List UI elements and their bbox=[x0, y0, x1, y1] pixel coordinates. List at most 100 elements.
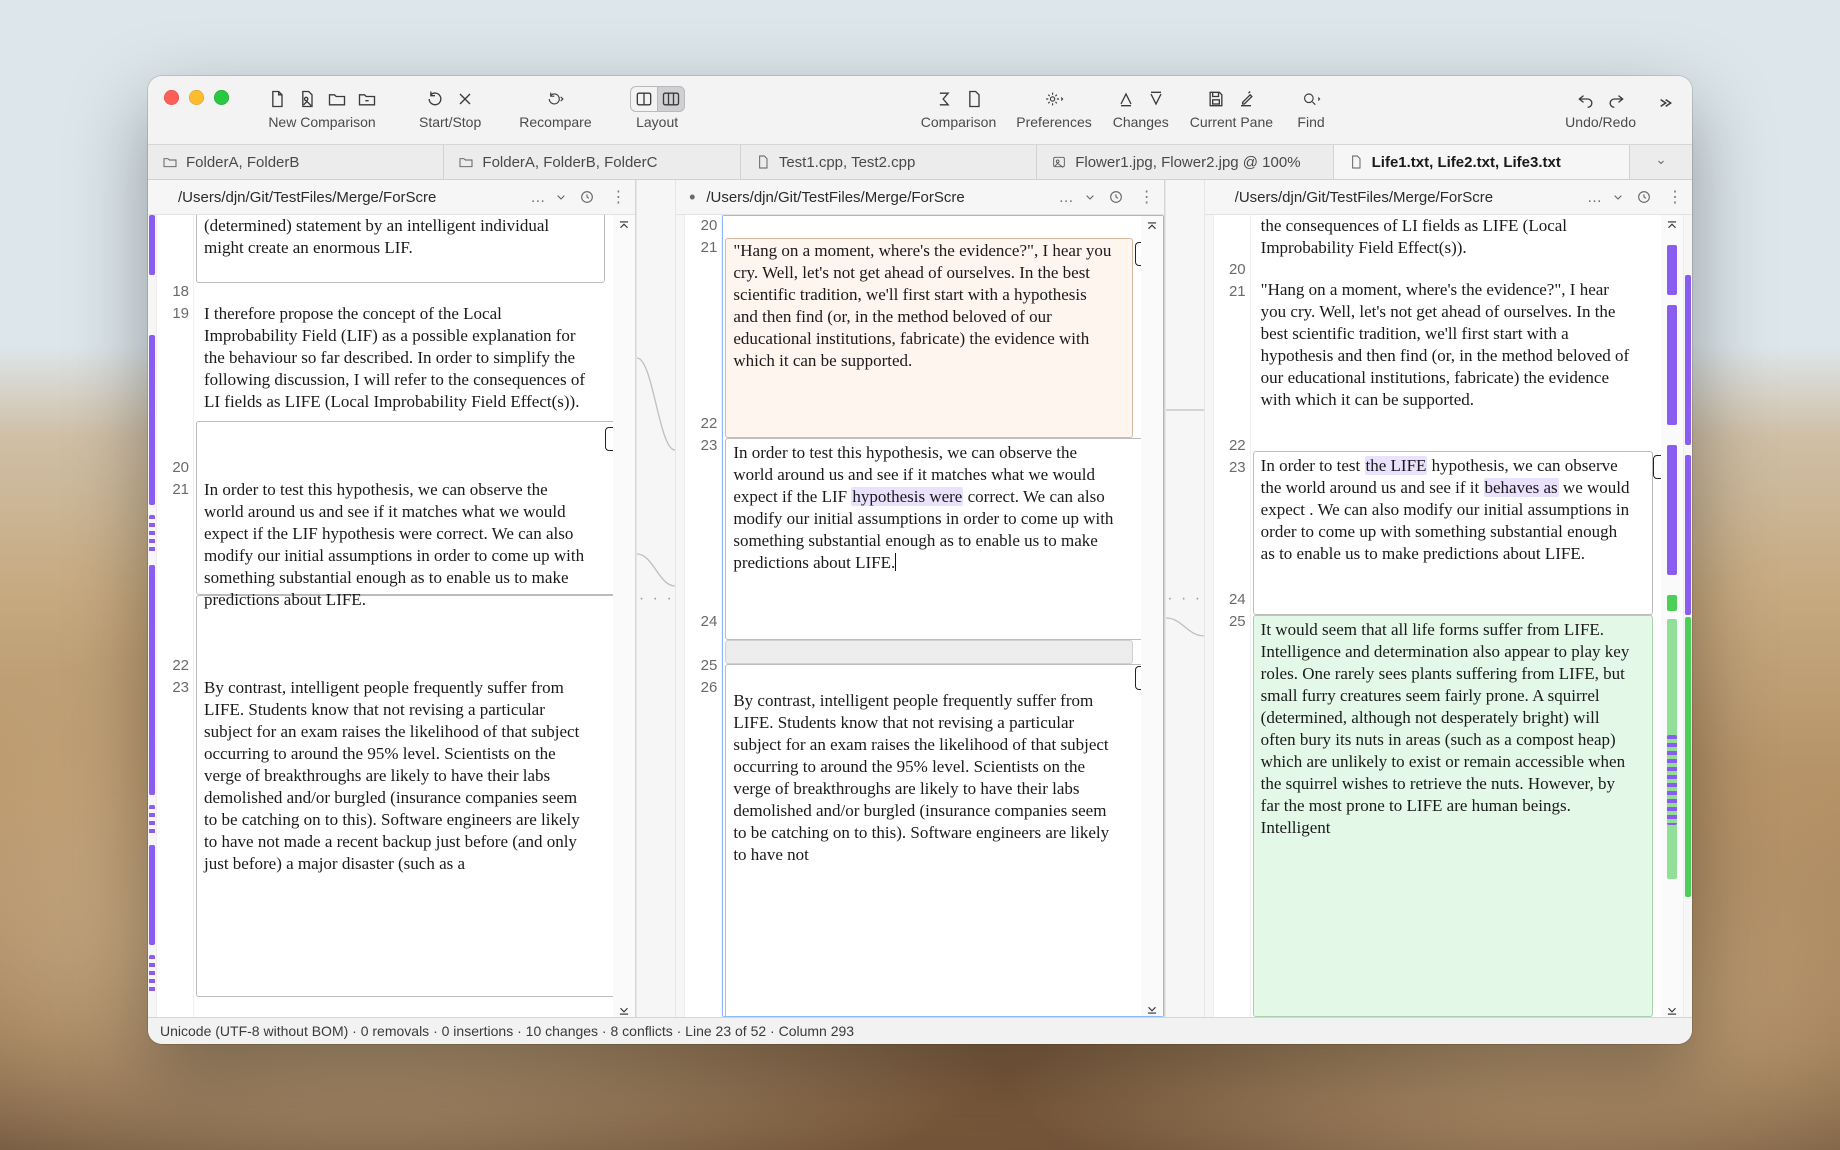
tab-label: Test1.cpp, Test2.cpp bbox=[779, 154, 915, 171]
preferences-button[interactable] bbox=[1036, 86, 1072, 112]
start-button[interactable] bbox=[421, 86, 449, 112]
line-text: the consequences of LI fields as LIFE (L… bbox=[1261, 215, 1635, 259]
zoom-window-button[interactable] bbox=[214, 90, 229, 105]
pane-options-button[interactable]: ⋮ bbox=[1136, 186, 1158, 208]
tab-foldera-folderb-folderc[interactable]: FolderA, FolderB, FolderC bbox=[444, 145, 740, 179]
pane-options-button[interactable]: ⋮ bbox=[607, 186, 629, 208]
tab-foldera-folderb[interactable]: FolderA, FolderB bbox=[148, 145, 444, 179]
file-path[interactable]: /Users/djn/Git/TestFiles/Merge/ForScre bbox=[706, 189, 1052, 206]
scroll-to-bottom-icon[interactable] bbox=[1664, 1001, 1680, 1015]
group-new-comparison-label: New Comparison bbox=[268, 114, 375, 130]
new-folder-sync-button[interactable] bbox=[353, 86, 381, 112]
line-text: By contrast, intelligent people frequent… bbox=[733, 690, 1114, 866]
group-undo-redo: Undo/Redo bbox=[1565, 86, 1636, 130]
change-marker-rail bbox=[148, 215, 157, 1017]
tab-flower1-flower2[interactable]: Flower1.jpg, Flower2.jpg @ 100% bbox=[1037, 145, 1333, 179]
stop-button[interactable] bbox=[451, 86, 479, 112]
scroll-to-top-icon[interactable] bbox=[1144, 218, 1160, 232]
change-marker-rail bbox=[1205, 215, 1214, 1017]
gutter-ellipsis[interactable]: · · · bbox=[639, 590, 674, 608]
history-button[interactable] bbox=[577, 187, 597, 207]
close-window-button[interactable] bbox=[164, 90, 179, 105]
path-truncation: … bbox=[1059, 189, 1074, 206]
tab-life1-life2-life3[interactable]: Life1.txt, Life2.txt, Life3.txt bbox=[1334, 145, 1630, 179]
group-find: Find bbox=[1293, 86, 1329, 130]
recompare-button[interactable] bbox=[537, 86, 573, 112]
pane-center: • /Users/djn/Git/TestFiles/Merge/ForScre… bbox=[676, 180, 1164, 1017]
scroll-nav-rail[interactable] bbox=[1141, 216, 1163, 1016]
history-button[interactable] bbox=[1106, 187, 1126, 207]
window-controls bbox=[164, 90, 229, 105]
next-change-button[interactable] bbox=[1142, 86, 1170, 112]
pathbar-right: /Users/djn/Git/TestFiles/Merge/ForScre …… bbox=[1205, 180, 1692, 215]
scroll-to-bottom-icon[interactable] bbox=[1144, 1000, 1160, 1014]
group-comparison-label: Comparison bbox=[921, 114, 996, 130]
tab-label: Flower1.jpg, Flower2.jpg @ 100% bbox=[1075, 154, 1300, 171]
text-content[interactable]: "Hang on a moment, where's the evidence?… bbox=[722, 215, 1163, 1017]
scroll-to-top-icon[interactable] bbox=[616, 217, 632, 231]
scroll-to-top-icon[interactable] bbox=[1664, 217, 1680, 231]
text-cursor bbox=[895, 553, 896, 571]
comparison-panes: /Users/djn/Git/TestFiles/Merge/ForScre …… bbox=[148, 180, 1692, 1017]
tab-label: FolderA, FolderB bbox=[186, 154, 299, 171]
tab-list-button[interactable] bbox=[1630, 145, 1692, 179]
layout-two-pane-button[interactable] bbox=[630, 86, 658, 112]
redo-button[interactable] bbox=[1602, 86, 1630, 112]
new-text-comparison-button[interactable] bbox=[263, 86, 291, 112]
group-recompare: Recompare bbox=[519, 86, 591, 130]
edit-pane-button[interactable] bbox=[1232, 86, 1260, 112]
line-text: In order to test this hypothesis, we can… bbox=[733, 442, 1114, 574]
pathbar-center: • /Users/djn/Git/TestFiles/Merge/ForScre… bbox=[676, 180, 1163, 215]
path-dropdown-button[interactable] bbox=[551, 187, 571, 207]
group-start-stop: Start/Stop bbox=[419, 86, 481, 130]
line-text: In order to test this hypothesis, we can… bbox=[204, 479, 587, 611]
line-numbers: 2021 2223 2425 bbox=[1214, 215, 1251, 1017]
file-path[interactable]: /Users/djn/Git/TestFiles/Merge/ForScre bbox=[178, 189, 524, 206]
text-area-left[interactable]: 1819 2021 2223 (determined) statement by… bbox=[148, 215, 635, 1017]
app-window: New Comparison Start/Stop Recompare bbox=[148, 76, 1692, 1044]
layout-three-pane-button[interactable] bbox=[657, 86, 685, 112]
file-path[interactable]: /Users/djn/Git/TestFiles/Merge/ForScre bbox=[1235, 189, 1581, 206]
group-undo-redo-label: Undo/Redo bbox=[1565, 114, 1636, 130]
prev-change-button[interactable] bbox=[1112, 86, 1140, 112]
path-dropdown-button[interactable] bbox=[1608, 187, 1628, 207]
history-button[interactable] bbox=[1634, 187, 1654, 207]
save-pane-button[interactable] bbox=[1202, 86, 1230, 112]
line-numbers: 2021 2223 24 2526 bbox=[685, 215, 722, 1017]
tab-test1-test2[interactable]: Test1.cpp, Test2.cpp bbox=[741, 145, 1037, 179]
minimize-window-button[interactable] bbox=[189, 90, 204, 105]
modified-indicator: • bbox=[684, 187, 700, 208]
change-marker-rail-right bbox=[1683, 215, 1692, 1017]
text-content[interactable]: the consequences of LI fields as LIFE (L… bbox=[1251, 215, 1683, 1017]
group-comparison: Comparison bbox=[921, 86, 996, 130]
gutter-ellipsis[interactable]: · · · bbox=[1167, 590, 1202, 608]
scroll-nav-rail[interactable] bbox=[613, 215, 635, 1017]
new-folder-comparison-button[interactable] bbox=[323, 86, 351, 112]
group-current-pane: Current Pane bbox=[1190, 86, 1273, 130]
comparison-sigma-button[interactable] bbox=[930, 86, 958, 112]
scroll-to-bottom-icon[interactable] bbox=[616, 1001, 632, 1015]
scroll-nav-rail[interactable] bbox=[1661, 215, 1683, 1017]
pane-options-button[interactable]: ⋮ bbox=[1664, 186, 1686, 208]
pathbar-left: /Users/djn/Git/TestFiles/Merge/ForScre …… bbox=[148, 180, 635, 215]
document-tab-bar: FolderA, FolderB FolderA, FolderB, Folde… bbox=[148, 145, 1692, 180]
group-changes-label: Changes bbox=[1113, 114, 1169, 130]
undo-button[interactable] bbox=[1572, 86, 1600, 112]
group-current-pane-label: Current Pane bbox=[1190, 114, 1273, 130]
tab-label: FolderA, FolderB, FolderC bbox=[482, 154, 657, 171]
change-marker-rail bbox=[676, 215, 685, 1017]
group-changes: Changes bbox=[1112, 86, 1170, 130]
find-button[interactable] bbox=[1293, 86, 1329, 112]
line-text: "Hang on a moment, where's the evidence?… bbox=[733, 240, 1114, 372]
text-area-right[interactable]: 2021 2223 2425 the consequences of LI fi… bbox=[1205, 215, 1692, 1017]
path-dropdown-button[interactable] bbox=[1080, 187, 1100, 207]
group-layout: Layout bbox=[630, 86, 685, 130]
group-preferences-label: Preferences bbox=[1016, 114, 1091, 130]
new-image-comparison-button[interactable] bbox=[293, 86, 321, 112]
text-area-center[interactable]: 2021 2223 24 2526 "Hang on a moment, wh bbox=[676, 215, 1163, 1017]
line-text: I therefore propose the concept of the L… bbox=[204, 303, 587, 413]
toolbar-overflow-button[interactable] bbox=[1650, 90, 1678, 116]
text-content[interactable]: (determined) statement by an intelligent… bbox=[194, 215, 635, 1017]
comparison-file-button[interactable] bbox=[960, 86, 988, 112]
path-truncation: … bbox=[530, 189, 545, 206]
